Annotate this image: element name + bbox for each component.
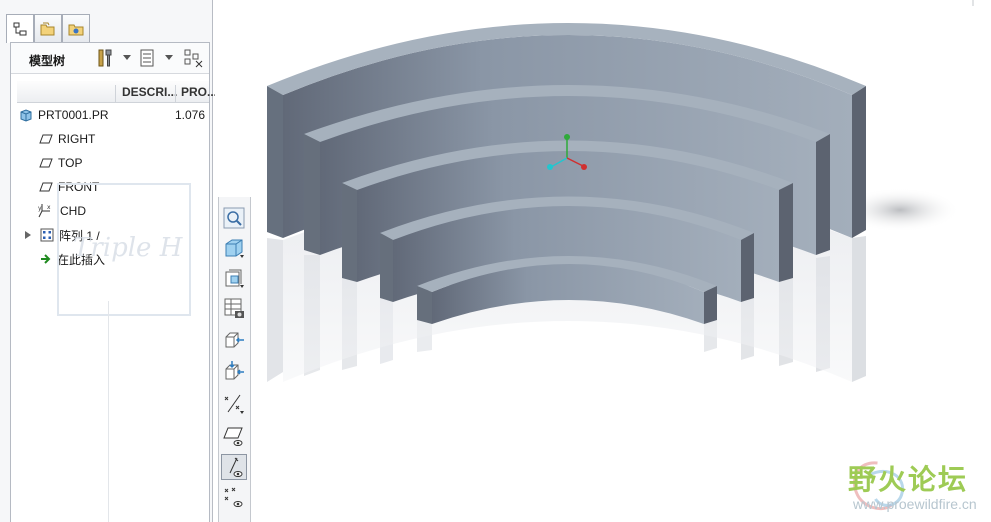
divider — [108, 301, 109, 522]
datum-filter-icon — [224, 394, 244, 414]
show-options-icon[interactable] — [137, 48, 159, 68]
tree-item-top[interactable]: TOP — [39, 152, 82, 174]
tree-item-part[interactable]: PRT0001.PR — [19, 104, 108, 126]
navigator-tabs — [6, 14, 90, 43]
tree-item-label: RIGHT — [58, 132, 96, 146]
part-icon — [20, 109, 32, 122]
watermark-text: Triple H — [73, 233, 183, 263]
view-manager-icon — [224, 298, 244, 318]
insert-here-arrow-icon — [41, 254, 51, 264]
model-tree-tab[interactable] — [6, 14, 34, 43]
tree-item-value: 1.076 — [175, 108, 206, 122]
orient-icon — [225, 361, 244, 380]
datum-plane-icon — [39, 182, 53, 192]
view-toolbar — [218, 197, 251, 522]
settings-tools-icon[interactable] — [95, 48, 117, 68]
orient-mode-button[interactable] — [221, 359, 247, 385]
favorites-icon — [68, 24, 84, 35]
folder-icon — [40, 22, 55, 35]
display-style-button[interactable] — [221, 235, 247, 261]
datum-display-button[interactable] — [221, 391, 247, 417]
plane-display-button[interactable] — [221, 423, 247, 449]
navigator-panel: 模型树 DESCRI... PRO... PRT0001.PR 1.076 RI… — [0, 0, 215, 522]
tree-filter-icon[interactable] — [183, 48, 205, 68]
pattern-icon — [40, 228, 54, 242]
axis-display-icon — [229, 457, 243, 477]
folder-browser-tab[interactable] — [34, 14, 62, 42]
coordinate-system-icon: x y — [38, 204, 51, 218]
spin-center-icon — [225, 332, 244, 348]
settings-dropdown-icon[interactable] — [123, 55, 131, 60]
tree-item-label: TOP — [58, 156, 83, 170]
svg-text:x: x — [47, 204, 51, 211]
graphics-viewport[interactable] — [213, 0, 991, 522]
description-column[interactable]: DESCRI... — [115, 85, 180, 102]
forum-url: www.proewildfire.cn — [853, 496, 977, 512]
favorites-tab[interactable] — [62, 14, 90, 42]
spin-center-button[interactable] — [221, 327, 247, 353]
point-display-button[interactable] — [221, 485, 247, 511]
shaded-cube-icon — [225, 239, 244, 258]
model-tree-title: 模型树 — [29, 54, 66, 68]
expand-arrow-icon[interactable] — [25, 231, 31, 239]
tree-item-right[interactable]: RIGHT — [39, 128, 95, 150]
property-column[interactable]: PRO... — [175, 85, 215, 102]
axis-display-button[interactable] — [221, 454, 247, 480]
saved-views-button[interactable] — [221, 265, 247, 291]
tree-column-header: DESCRI... PRO... — [17, 81, 215, 103]
refit-zoom-button[interactable] — [221, 205, 247, 231]
view-manager-button[interactable] — [221, 295, 247, 321]
datum-plane-icon — [39, 158, 53, 168]
model-tree-toolbar: 模型树 — [11, 43, 209, 74]
plane-display-icon — [223, 427, 243, 446]
tree-item-label: PRT0001.PR — [38, 108, 109, 122]
datum-plane-icon — [39, 134, 53, 144]
svg-text:y: y — [38, 205, 42, 212]
model-tree-icon — [13, 22, 27, 36]
show-dropdown-icon[interactable] — [165, 55, 173, 60]
saved-view-icon — [225, 269, 244, 288]
zoom-icon — [223, 207, 245, 229]
point-display-icon — [224, 487, 243, 507]
forum-name: 野火论坛 — [848, 463, 969, 496]
